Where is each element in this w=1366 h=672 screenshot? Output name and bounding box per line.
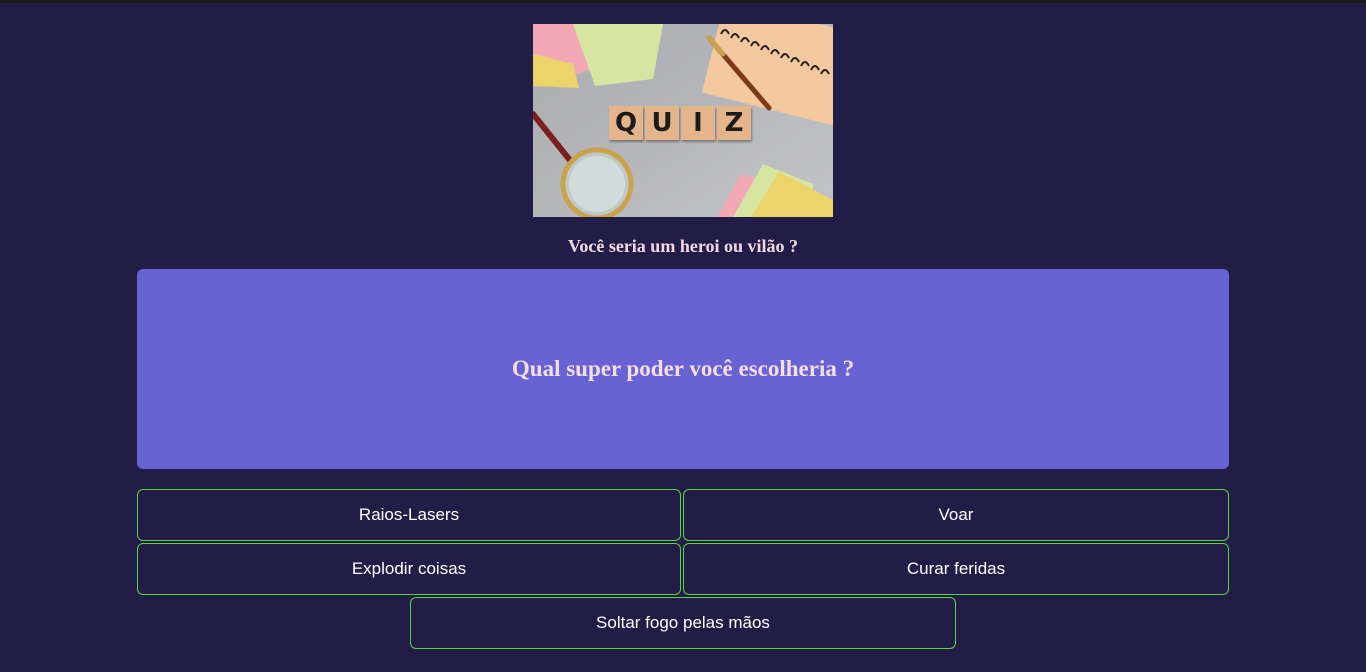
- answer-button[interactable]: Raios-Lasers: [137, 489, 681, 541]
- answer-button[interactable]: Soltar fogo pelas mãos: [410, 597, 956, 649]
- quiz-tile: U: [645, 106, 679, 140]
- answer-button[interactable]: Explodir coisas: [137, 543, 681, 595]
- question-card: Qual super poder você escolheria ?: [137, 269, 1229, 469]
- quiz-tile: Q: [609, 106, 643, 140]
- quiz-letter-tiles: Q U I Z: [609, 106, 751, 140]
- answer-button[interactable]: Voar: [683, 489, 1229, 541]
- quiz-subtitle: Você seria um heroi ou vilão ?: [568, 236, 798, 256]
- quiz-tile: Z: [717, 106, 751, 140]
- question-text: Qual super poder você escolheria ?: [511, 356, 855, 381]
- quiz-banner-image: Q U I Z: [533, 24, 833, 217]
- answer-button[interactable]: Curar feridas: [683, 543, 1229, 595]
- quiz-tile: I: [681, 106, 715, 140]
- window-top-border: [0, 0, 1366, 3]
